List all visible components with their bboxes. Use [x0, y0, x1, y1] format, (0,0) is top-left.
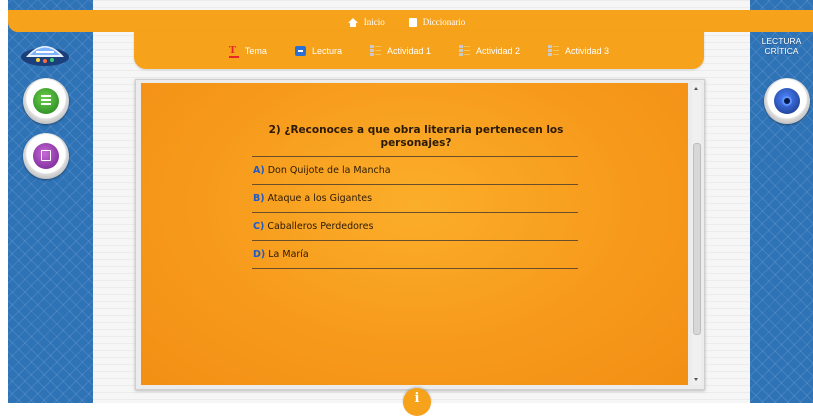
app-logo-icon[interactable] — [18, 35, 72, 71]
scroll-thumb[interactable] — [693, 143, 701, 335]
option-a-text: Don Quijote de la Mancha — [267, 165, 391, 176]
tab-lectura[interactable]: Lectura — [294, 45, 342, 56]
lectura-critica-label: LECTURA CRÍTICA — [750, 36, 813, 56]
right-side-panel — [750, 0, 813, 403]
info-button[interactable]: i — [403, 388, 431, 416]
gallery-icon — [33, 143, 59, 169]
option-c[interactable]: C) Caballeros Perdedores — [252, 213, 578, 241]
option-d-letter: D) — [253, 249, 266, 260]
top-nav: Inicio Diccionario — [0, 13, 813, 31]
gallery-button[interactable] — [23, 133, 69, 179]
tab-lectura-label: Lectura — [311, 45, 342, 56]
record-button[interactable] — [764, 78, 810, 124]
activity-list-icon — [369, 45, 381, 56]
activity-list-icon — [548, 45, 560, 56]
question-panel-frame: 2) ¿Reconoces a que obra literaria perte… — [135, 79, 705, 390]
nav-diccionario-label: Diccionario — [422, 17, 466, 27]
option-d[interactable]: D) La María — [252, 241, 578, 269]
dictionary-icon — [408, 17, 417, 27]
answer-options: A) Don Quijote de la Mancha B) Ataque a … — [252, 156, 578, 269]
scroll-up-arrow-icon[interactable] — [694, 87, 698, 90]
info-icon: i — [414, 391, 420, 406]
tab-actividad-2-label: Actividad 2 — [476, 45, 521, 56]
scroll-down-arrow-icon[interactable] — [694, 378, 698, 381]
option-a[interactable]: A) Don Quijote de la Mancha — [252, 156, 578, 185]
record-icon — [774, 88, 800, 114]
nav-inicio-label: Inicio — [363, 17, 385, 27]
option-b-letter: B) — [253, 193, 265, 204]
home-icon — [347, 17, 358, 27]
tab-actividad-3-label: Actividad 3 — [565, 45, 610, 56]
tab-tema-label: Tema — [244, 45, 267, 56]
tab-bar: T Tema Lectura Actividad 1 Actividad 2 A… — [134, 31, 704, 69]
tab-actividad-3[interactable]: Actividad 3 — [548, 45, 609, 56]
lectura-icon — [294, 45, 306, 56]
activity-list-icon — [459, 45, 470, 56]
panel-scrollbar[interactable] — [692, 83, 701, 385]
option-b-text: Ataque a los Gigantes — [267, 193, 373, 204]
tab-actividad-1[interactable]: Actividad 1 — [369, 45, 431, 56]
tema-icon: T — [228, 45, 239, 58]
option-b[interactable]: B) Ataque a los Gigantes — [252, 185, 578, 213]
option-c-letter: C) — [253, 221, 265, 232]
lectura-label-line2: CRÍTICA — [764, 46, 799, 56]
nav-inicio[interactable]: Inicio — [347, 17, 385, 27]
lectura-label-line1: LECTURA — [761, 36, 802, 46]
question-title: 2) ¿Reconoces a que obra literaria perte… — [268, 124, 564, 149]
notes-icon — [33, 88, 59, 114]
nav-diccionario[interactable]: Diccionario — [408, 17, 466, 27]
tab-actividad-2[interactable]: Actividad 2 — [459, 45, 520, 56]
question-panel: 2) ¿Reconoces a que obra literaria perte… — [141, 83, 688, 385]
option-a-letter: A) — [253, 165, 265, 176]
option-c-text: Caballeros Perdedores — [267, 221, 374, 232]
tab-actividad-1-label: Actividad 1 — [386, 45, 431, 56]
tab-tema[interactable]: T Tema — [228, 45, 267, 58]
option-d-text: La María — [268, 249, 309, 260]
notes-button[interactable] — [23, 78, 69, 124]
